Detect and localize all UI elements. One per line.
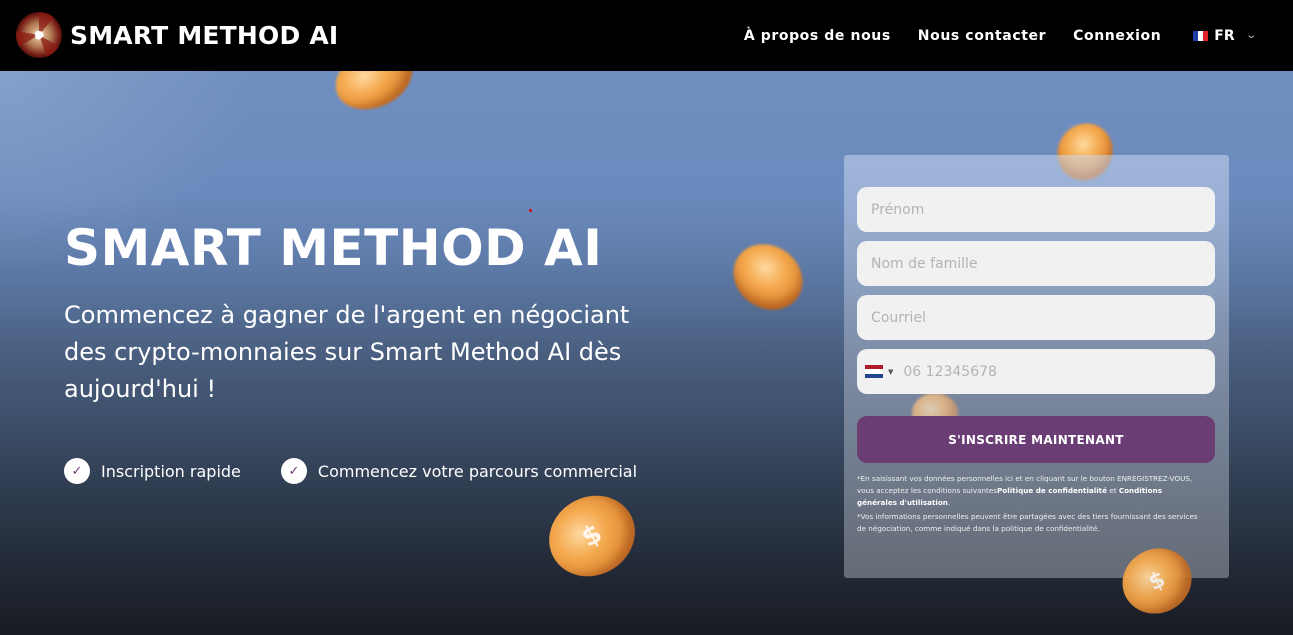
disclaimer-conjunction: et [1107,486,1119,495]
phone-input[interactable] [903,349,1215,394]
nav-links: À propos de nous Nous contacter Connexio… [744,0,1257,71]
netherlands-flag-icon[interactable] [865,365,883,378]
language-code: FR [1214,27,1235,44]
brand-logo[interactable]: SMART METHOD AI [16,12,338,58]
first-name-input[interactable] [857,187,1215,232]
check-icon: ✓ [64,458,90,484]
coin-icon: $ [534,480,650,592]
email-input[interactable] [857,295,1215,340]
feature-label: Commencez votre parcours commercial [317,461,638,481]
caret-down-icon[interactable]: ▼ [888,368,893,376]
signup-button[interactable]: S'INSCRIRE MAINTENANT [857,416,1215,463]
consent-disclaimer: *En saisissant vos données personnelles … [857,473,1202,509]
nav-link-login[interactable]: Connexion [1073,28,1161,44]
hero-section: $ SMART METHOD AI Commencez à gagner de … [0,71,1293,635]
decorative-dot [529,209,532,212]
france-flag-icon [1193,30,1209,41]
data-sharing-disclaimer: *Vos informations personnelles peuvent ê… [857,512,1198,533]
coin-icon [325,71,423,122]
nav-link-contact[interactable]: Nous contacter [918,28,1046,44]
coin-icon [720,230,816,324]
brand-name: SMART METHOD AI [70,20,339,50]
language-selector[interactable]: FR ⌄ [1193,27,1257,44]
phone-field: ▼ [857,349,1215,394]
chevron-down-icon: ⌄ [1244,30,1257,41]
feature-item: ✓ Commencez votre parcours commercial [280,458,638,484]
last-name-input[interactable] [857,241,1215,286]
logo-icon [16,12,62,58]
check-icon: ✓ [280,458,307,484]
signup-form: ▼ S'INSCRIRE MAINTENANT *En saisissant v… [844,155,1229,578]
hero-title: SMART METHOD AI [64,219,603,277]
hero-subtitle: Commencez à gagner de l'argent en négoci… [64,301,630,403]
navbar: SMART METHOD AI À propos de nous Nous co… [0,0,1293,71]
feature-label: Inscription rapide [101,461,241,481]
privacy-policy-link[interactable]: Politique de confidentialité [997,486,1107,495]
feature-list: ✓ Inscription rapide ✓ Commencez votre p… [64,458,637,484]
disclaimer-suffix: . [947,498,951,507]
feature-item: ✓ Inscription rapide [64,458,241,484]
nav-link-about[interactable]: À propos de nous [744,28,891,44]
